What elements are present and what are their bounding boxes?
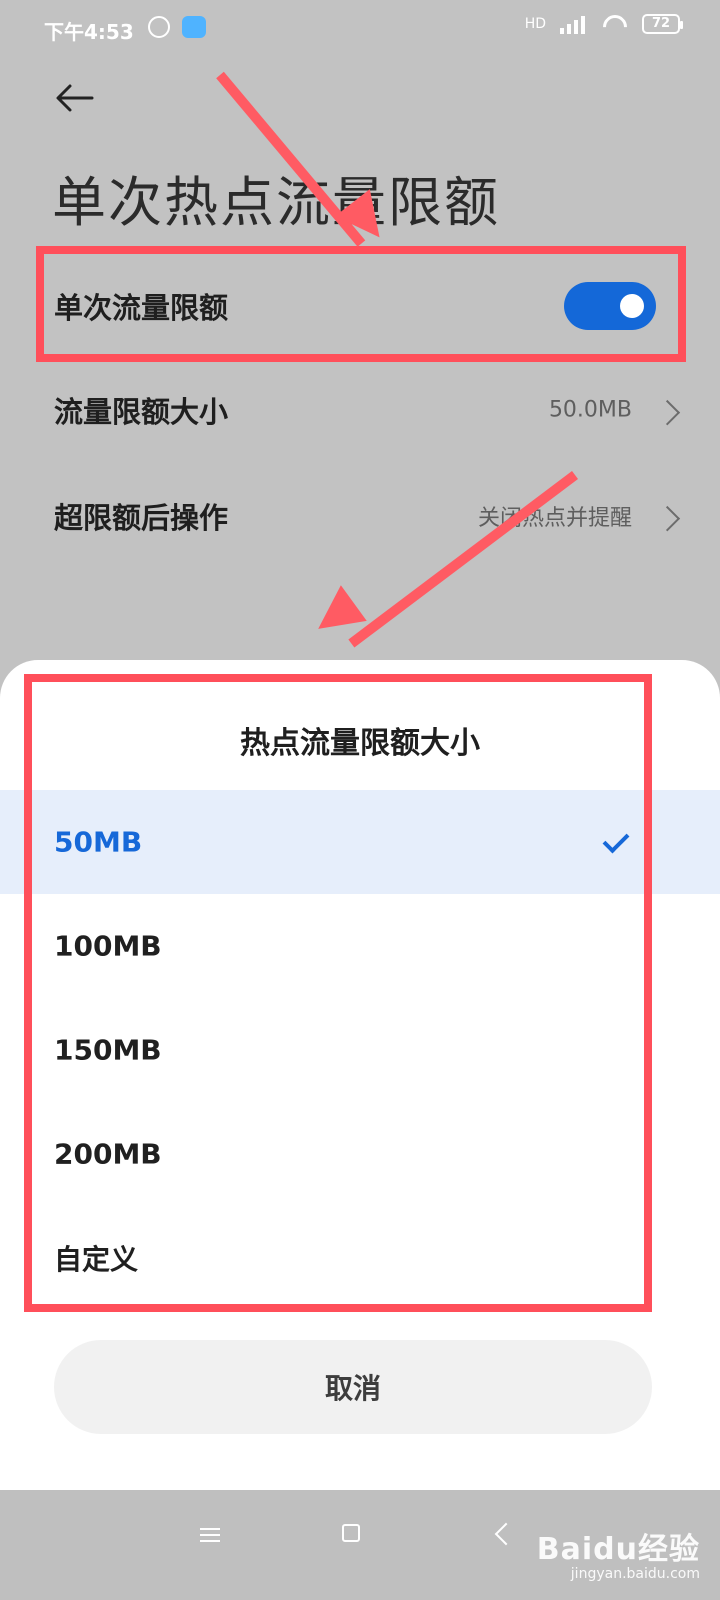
limit-size-value: 50.0MB bbox=[548, 397, 632, 423]
app-icon bbox=[182, 16, 206, 38]
menu-icon[interactable] bbox=[200, 1524, 220, 1544]
after-limit-row[interactable]: 超限额后操作 关闭热点并提醒 bbox=[0, 466, 720, 566]
page-title: 单次热点流量限额 bbox=[52, 171, 500, 234]
battery-icon: 72 bbox=[642, 14, 683, 34]
after-limit-label: 超限额后操作 bbox=[54, 501, 229, 535]
navigation-bar: Baidu经验 jingyan.baidu.com bbox=[0, 1490, 720, 1600]
chevron-right-icon bbox=[654, 505, 681, 532]
watermark-brand: Baidu经验 bbox=[536, 1532, 700, 1567]
watermark: Baidu经验 jingyan.baidu.com bbox=[537, 1524, 700, 1582]
chevron-right-icon bbox=[654, 399, 681, 426]
signal-icon bbox=[560, 14, 588, 34]
screen: 下午4:53 HD 72 单次热点流量限额 单次流量限额 流量限额大小 50.0… bbox=[0, 0, 720, 1600]
limit-size-label: 流量限额大小 bbox=[54, 395, 229, 429]
annotation-highlight-toggle bbox=[36, 246, 686, 362]
back-arrow-svg bbox=[56, 84, 94, 112]
alarm-icon bbox=[148, 16, 170, 38]
status-bar: 下午4:53 HD 72 bbox=[0, 0, 720, 56]
back-arrow-icon[interactable] bbox=[52, 78, 100, 118]
cancel-label: 取消 bbox=[324, 1372, 381, 1405]
limit-size-row[interactable]: 流量限额大小 50.0MB bbox=[0, 360, 720, 460]
status-right-group: HD 72 bbox=[524, 14, 683, 34]
back-icon[interactable] bbox=[494, 1522, 518, 1546]
network-label: HD bbox=[524, 16, 546, 32]
battery-level: 72 bbox=[651, 16, 671, 31]
watermark-url: jingyan.baidu.com bbox=[570, 1566, 700, 1582]
wifi-icon bbox=[602, 14, 628, 34]
cancel-button[interactable]: 取消 bbox=[54, 1340, 652, 1434]
annotation-highlight-options bbox=[24, 674, 652, 1312]
status-time: 下午4:53 bbox=[44, 20, 134, 44]
home-icon[interactable] bbox=[342, 1524, 360, 1542]
